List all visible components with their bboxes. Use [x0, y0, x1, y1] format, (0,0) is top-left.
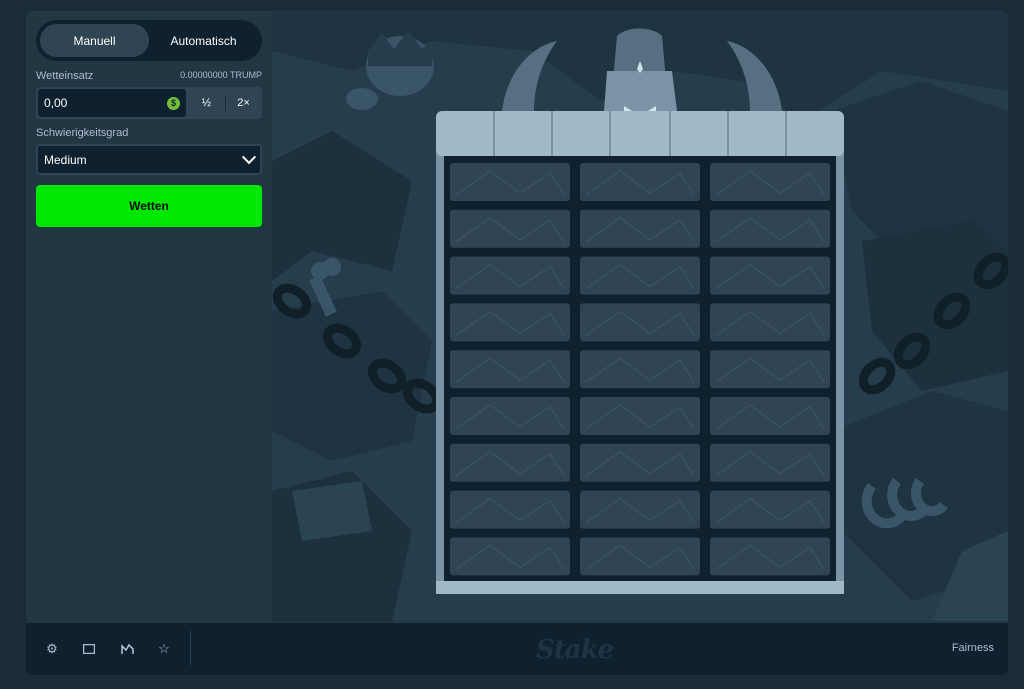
tower-tile[interactable]: [580, 350, 700, 389]
tower-tile[interactable]: [450, 443, 570, 482]
tower-tile[interactable]: [580, 537, 700, 576]
tower-tile[interactable]: [710, 397, 830, 435]
bet-amount-input[interactable]: 0,00 $: [38, 89, 186, 117]
footer-bar: ⚙ ☆ Stake Fairness: [26, 621, 1008, 675]
tower-tile[interactable]: [580, 209, 700, 248]
tower-tile[interactable]: [580, 490, 700, 529]
difficulty-label-row: Schwierigkeitsgrad: [36, 127, 262, 139]
dragon-tower-scene: [272, 11, 1008, 621]
stats-icon[interactable]: [119, 641, 135, 657]
tower-tile[interactable]: [710, 490, 830, 529]
game-stage: [272, 11, 1008, 621]
half-bet-button[interactable]: ½: [188, 87, 225, 119]
tower-tile[interactable]: [580, 397, 700, 435]
tower-tile[interactable]: [710, 350, 830, 389]
stake-logo: Stake: [536, 635, 614, 665]
tower-tile[interactable]: [710, 443, 830, 482]
bet-button[interactable]: Wetten: [36, 185, 262, 227]
tower-tile[interactable]: [580, 443, 700, 482]
tower-tile[interactable]: [450, 256, 570, 295]
window-icon[interactable]: [81, 641, 97, 657]
tower-tile[interactable]: [450, 209, 570, 248]
tower-tile[interactable]: [450, 350, 570, 389]
tower-tile[interactable]: [710, 537, 830, 576]
tower-tile[interactable]: [710, 209, 830, 248]
star-icon[interactable]: ☆: [156, 641, 172, 657]
chevron-down-icon: [241, 149, 257, 164]
tower-tile[interactable]: [580, 256, 700, 295]
bet-amount-group: 0,00 $ ½ 2×: [36, 87, 262, 119]
tower-tile[interactable]: [580, 163, 700, 201]
tower-tile[interactable]: [580, 303, 700, 342]
game-frame: Manuell Automatisch Wetteinsatz 0.000000…: [26, 11, 1008, 675]
bet-amount-value: 0,00: [44, 96, 68, 110]
tower-tile[interactable]: [450, 303, 570, 342]
double-bet-button[interactable]: 2×: [225, 87, 262, 119]
bet-amount-label: Wetteinsatz: [36, 70, 94, 82]
currency-icon: $: [167, 96, 180, 110]
mode-toggle: Manuell Automatisch: [36, 20, 262, 61]
gear-icon[interactable]: ⚙: [44, 641, 60, 657]
tile-grid: [450, 163, 830, 576]
tab-automatic[interactable]: Automatisch: [149, 24, 258, 57]
tower-tile[interactable]: [450, 537, 570, 576]
footer-divider: [190, 631, 191, 665]
difficulty-label: Schwierigkeitsgrad: [36, 127, 129, 139]
tower-tile[interactable]: [710, 163, 830, 201]
tower-tile[interactable]: [710, 256, 830, 295]
fairness-link[interactable]: Fairness: [952, 642, 994, 654]
difficulty-value: Medium: [44, 152, 87, 167]
tower-tile[interactable]: [450, 490, 570, 529]
bet-sidebar: Manuell Automatisch Wetteinsatz 0.000000…: [26, 11, 272, 621]
tower-tile[interactable]: [450, 397, 570, 435]
tower-tile[interactable]: [710, 303, 830, 342]
difficulty-select[interactable]: Medium: [36, 144, 262, 175]
bet-amount-label-row: Wetteinsatz 0.00000000 TRUMP: [36, 70, 262, 82]
balance-text: 0.00000000 TRUMP: [180, 70, 262, 80]
tower-tile[interactable]: [450, 163, 570, 201]
tab-manual[interactable]: Manuell: [40, 24, 149, 57]
